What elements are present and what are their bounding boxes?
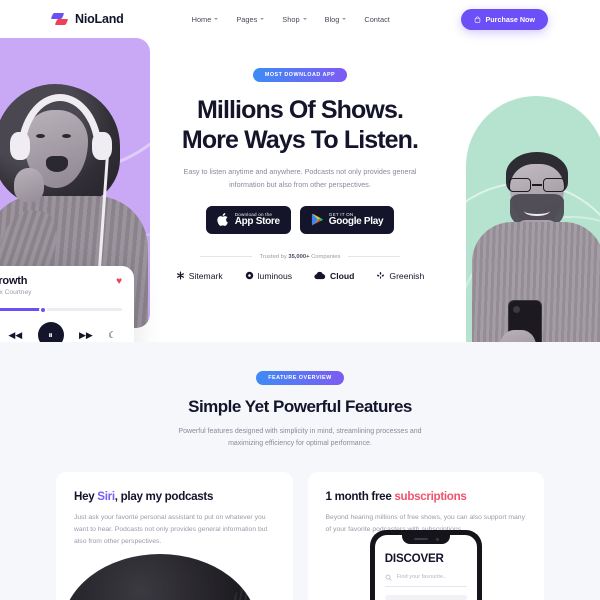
logo-sitemark: Sitemark	[176, 271, 223, 281]
next-icon[interactable]: ▶▶	[79, 330, 93, 340]
feature-card-text: Just ask your favorite personal assistan…	[74, 513, 268, 545]
company-logos: Sitemark luminous Cloud Greenish	[176, 271, 424, 281]
phone-search-field[interactable]: Find your favourite..	[384, 574, 467, 587]
nav-item-pages[interactable]: Pages	[236, 14, 265, 24]
feature-card-title: Hey Siri, play my podcasts	[74, 490, 275, 503]
trusted-by-text: Trusted by 35,000+ Companies	[260, 254, 341, 260]
landing-page: NioLand Home Pages Shop Blog Contact Pur…	[0, 0, 600, 600]
shopping-bag-icon	[475, 15, 481, 23]
nav-label: Home	[191, 14, 212, 24]
discover-heading: DISCOVER	[384, 551, 444, 565]
divider	[199, 256, 252, 258]
title-accent: subscriptions	[394, 489, 467, 503]
phone-notch	[401, 534, 450, 544]
asterisk-icon	[176, 271, 184, 280]
hero-section: Growth Alex Courtney ♥ ⤨ ◀◀ ⏸ ▶▶ ☾ MOST …	[0, 38, 600, 342]
hero-title-line-2: More Ways To Listen.	[181, 126, 419, 154]
google-play-top-label: GET IT ON	[328, 212, 354, 218]
hero-badge: MOST DOWNLOAD APP	[252, 68, 348, 82]
features-section: FEATURE OVERVIEW Simple Yet Powerful Fea…	[0, 342, 600, 600]
phone-screen: DISCOVER Find your favourite..	[374, 534, 477, 600]
feature-cards: Hey Siri, play my podcasts Just ask your…	[0, 471, 600, 600]
features-badge: FEATURE OVERVIEW	[256, 371, 344, 385]
nav-label: Shop	[282, 14, 300, 24]
trusted-by-row: Trusted by 35,000+ Companies	[199, 254, 401, 260]
feature-card-subscriptions: 1 month free subscriptions Beyond hearin…	[307, 471, 544, 600]
app-store-button[interactable]: Download on the App Store	[205, 206, 291, 234]
phone-mockup: DISCOVER Find your favourite..	[369, 529, 482, 600]
circle-dot-icon	[245, 271, 253, 280]
feature-card-siri: Hey Siri, play my podcasts Just ask your…	[56, 471, 293, 600]
logo-cloud: Cloud	[314, 271, 354, 281]
title-accent: Siri	[97, 489, 115, 503]
logo-label: luminous	[257, 270, 293, 281]
progress-knob[interactable]	[38, 305, 47, 314]
nav-label: Blog	[324, 14, 340, 24]
nav-item-blog[interactable]: Blog	[325, 15, 347, 24]
title-post: , play my podcasts	[114, 489, 214, 503]
feature-card-title: 1 month free subscriptions	[326, 490, 527, 503]
player-controls: ⤨ ◀◀ ⏸ ▶▶ ☾	[0, 322, 124, 342]
headphone-earcup-image	[62, 553, 262, 600]
logo-label: Cloud	[330, 270, 355, 281]
chevron-down-icon	[260, 18, 265, 20]
logo-greenish: Greenish	[376, 271, 424, 281]
nav-label: Contact	[364, 14, 390, 24]
hero-content: MOST DOWNLOAD APP Millions Of Shows. Mor…	[0, 38, 600, 281]
google-play-bottom-label: Google Play	[328, 216, 384, 228]
main-nav: Home Pages Shop Blog Contact	[192, 15, 390, 24]
title-pre: Hey	[74, 489, 98, 503]
title-pre: 1 month free	[325, 489, 395, 503]
logo-label: Sitemark	[188, 270, 223, 281]
phone-content-placeholder	[384, 594, 467, 600]
brand-logo[interactable]: NioLand	[50, 12, 124, 27]
site-header: NioLand Home Pages Shop Blog Contact Pur…	[0, 0, 600, 38]
trusted-suffix: Companies	[309, 253, 341, 260]
trusted-count: 35,000+	[288, 253, 310, 260]
nav-label: Pages	[236, 14, 258, 24]
brand-name: NioLand	[75, 12, 124, 26]
chevron-down-icon	[342, 18, 347, 20]
google-play-button[interactable]: GET IT ON Google Play	[299, 206, 395, 234]
leaf-icon	[377, 272, 385, 280]
nav-item-home[interactable]: Home	[192, 15, 219, 24]
cloud-icon	[314, 272, 326, 280]
track-artist: Alex Courtney	[0, 289, 32, 296]
previous-icon[interactable]: ◀◀	[8, 330, 22, 340]
chevron-down-icon	[214, 18, 219, 20]
nav-item-shop[interactable]: Shop	[282, 14, 307, 24]
app-store-top-label: Download on the	[234, 212, 273, 218]
divider	[348, 256, 401, 258]
hero-title: Millions Of Shows. More Ways To Listen.	[181, 95, 419, 155]
search-placeholder: Find your favourite..	[396, 574, 447, 580]
hero-description: Easy to listen anytime and anywhere. Pod…	[183, 167, 417, 189]
hero-title-line-1: Millions Of Shows.	[196, 96, 404, 124]
features-subtitle: Powerful features designed with simplici…	[178, 428, 422, 448]
chevron-down-icon	[302, 18, 307, 20]
app-store-buttons: Download on the App Store GET IT ON Goog…	[205, 206, 395, 234]
play-pause-button[interactable]: ⏸	[37, 322, 64, 342]
logo-label: Greenish	[389, 270, 425, 281]
google-play-icon	[311, 213, 323, 226]
app-store-bottom-label: App Store	[234, 216, 280, 228]
apple-icon	[217, 213, 228, 227]
moon-icon[interactable]: ☾	[108, 330, 116, 340]
nioland-logo-icon	[50, 12, 69, 27]
search-icon	[385, 574, 392, 580]
purchase-now-label: Purchase Now	[485, 14, 535, 24]
trusted-prefix: Trusted by	[259, 253, 289, 260]
features-title: Simple Yet Powerful Features	[188, 397, 412, 416]
purchase-now-button[interactable]: Purchase Now	[461, 8, 548, 30]
logo-luminous: luminous	[245, 271, 292, 281]
nav-item-contact[interactable]: Contact	[364, 15, 389, 24]
progress-bar[interactable]	[0, 305, 122, 314]
